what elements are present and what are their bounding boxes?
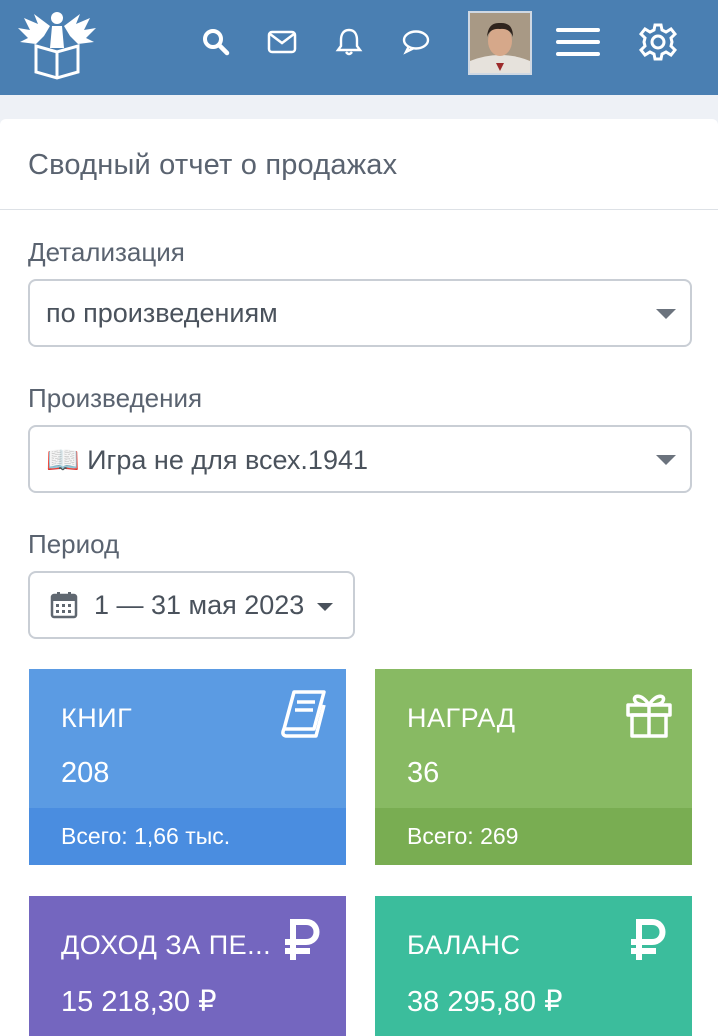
income-value: 15 218,30 ₽ bbox=[61, 986, 217, 1018]
chevron-down-icon bbox=[656, 455, 676, 465]
search-icon[interactable] bbox=[196, 22, 236, 62]
awards-label: НАГРАД bbox=[407, 703, 516, 733]
balance-label: БАЛАНС bbox=[407, 930, 521, 960]
detail-select-value: по произведениям bbox=[46, 298, 278, 328]
divider bbox=[0, 209, 718, 210]
chevron-down-icon bbox=[656, 309, 676, 319]
book-icon bbox=[281, 690, 326, 738]
awards-stat-tile[interactable]: НАГРАД 36 Всего: 269 bbox=[375, 669, 692, 865]
menu-icon[interactable] bbox=[554, 22, 602, 62]
balance-stat-tile[interactable]: БАЛАНС 38 295,80 ₽ bbox=[375, 896, 692, 1036]
ruble-icon bbox=[631, 919, 666, 960]
user-avatar[interactable] bbox=[468, 11, 532, 75]
gift-icon bbox=[626, 694, 672, 738]
balance-value: 38 295,80 ₽ bbox=[407, 986, 563, 1018]
books-value: 208 bbox=[61, 757, 110, 789]
books-stat-tile[interactable]: КНИГ 208 Всего: 1,66 тыс. bbox=[29, 669, 346, 865]
awards-total: Всего: 269 bbox=[407, 823, 519, 849]
chevron-down-icon bbox=[317, 603, 333, 611]
calendar-icon bbox=[50, 592, 78, 619]
income-label: ДОХОД ЗА ПЕ... bbox=[61, 930, 272, 960]
sales-report-card: Сводный отчет о продажах Детализация по … bbox=[0, 119, 718, 1036]
chat-icon[interactable] bbox=[396, 22, 436, 62]
bell-icon[interactable] bbox=[329, 22, 369, 62]
books-total: Всего: 1,66 тыс. bbox=[61, 823, 231, 849]
page-title: Сводный отчет о продажах bbox=[28, 149, 398, 181]
eagle-logo-icon[interactable] bbox=[14, 6, 100, 82]
period-value: 1 — 31 мая 2023 bbox=[94, 590, 305, 620]
detail-select[interactable]: по произведениям bbox=[28, 279, 692, 347]
top-navbar bbox=[0, 0, 718, 95]
books-label: КНИГ bbox=[61, 703, 133, 733]
period-label: Период bbox=[28, 529, 120, 559]
awards-value: 36 bbox=[407, 757, 440, 789]
detail-label: Детализация bbox=[28, 237, 185, 267]
awards-footer: Всего: 269 bbox=[375, 808, 692, 865]
gear-icon[interactable] bbox=[636, 20, 680, 64]
mail-icon[interactable] bbox=[262, 22, 302, 62]
income-stat-tile[interactable]: ДОХОД ЗА ПЕ... 15 218,30 ₽ bbox=[29, 896, 346, 1036]
period-picker[interactable]: 1 — 31 мая 2023 bbox=[28, 571, 355, 639]
ruble-icon bbox=[285, 919, 320, 960]
works-select-value: 📖 Игра не для всех.1941 bbox=[46, 445, 368, 475]
works-label: Произведения bbox=[28, 383, 203, 413]
books-footer: Всего: 1,66 тыс. bbox=[29, 808, 346, 865]
works-select[interactable]: 📖 Игра не для всех.1941 bbox=[28, 425, 692, 493]
